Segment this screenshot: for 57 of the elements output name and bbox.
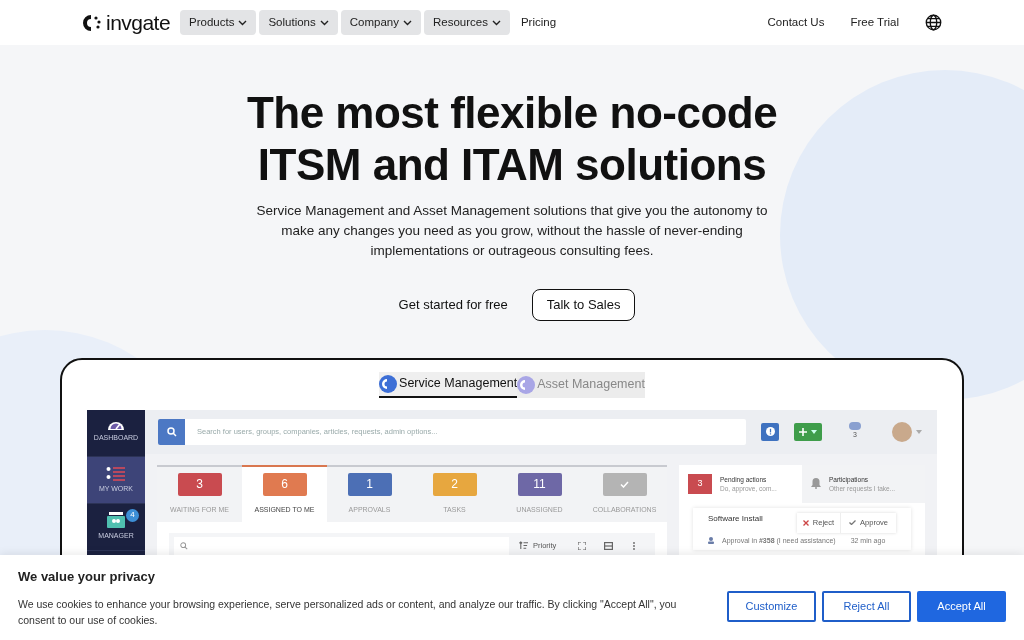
plus-icon — [799, 427, 807, 436]
logo-icon — [82, 12, 102, 33]
count-chip: 6 — [262, 472, 307, 496]
users-icon — [708, 537, 717, 545]
nav-menu-button[interactable]: Resources — [423, 10, 510, 35]
add-button[interactable] — [794, 422, 822, 441]
cookie-button[interactable]: Accept All — [917, 591, 1006, 622]
caret-icon — [811, 429, 817, 434]
cookie-text: We use cookies to enhance your browsing experience, serve personalized ads or content, and analyze our traffic. By clicking "Accept All", you consent to our use of cookies. — [18, 596, 678, 628]
chevron-down-icon — [491, 19, 501, 26]
logo-wordmark[interactable]: invgate — [106, 12, 171, 33]
get-started-link[interactable]: Get started for free — [388, 287, 518, 323]
globe-icon[interactable] — [925, 14, 942, 31]
count-chip: 2 — [432, 472, 477, 496]
nav-link[interactable]: Free Trial — [850, 13, 899, 32]
cookie-button[interactable]: Customize — [727, 591, 816, 622]
nav-menu-button[interactable]: Solutions — [259, 10, 338, 35]
gauge-icon — [108, 421, 124, 430]
filter-search-field[interactable] — [174, 536, 509, 555]
layout-icon[interactable] — [604, 541, 614, 550]
expand-icon[interactable] — [578, 541, 587, 550]
product-icon — [517, 375, 536, 394]
chevron-down-icon — [238, 19, 248, 26]
more-icon[interactable] — [633, 541, 636, 550]
count-badge: 3 — [688, 473, 712, 494]
chevron-down-icon — [402, 19, 412, 26]
check-icon — [620, 480, 629, 488]
count-badge: 4 — [126, 508, 139, 522]
product-tab[interactable]: Service Management — [379, 371, 518, 398]
numbered-list-icon — [106, 464, 126, 481]
talk-to-sales-button[interactable]: Talk to Sales — [531, 288, 636, 321]
close-icon — [802, 519, 809, 526]
nav-menu-button[interactable]: Company — [340, 10, 421, 35]
chevron-down-icon — [319, 19, 329, 26]
count-chip: 3 — [177, 472, 222, 496]
hero-heading: The most flexible no-code ITSM and ITAM solutions — [246, 87, 778, 191]
chat-icon[interactable] — [849, 422, 861, 431]
product-icon — [379, 374, 398, 393]
nav-link[interactable]: Contact Us — [767, 13, 825, 32]
info-icon — [765, 427, 775, 436]
count-chip: 1 — [347, 472, 392, 496]
count-chip: 11 — [517, 472, 562, 496]
info-button[interactable] — [761, 422, 779, 441]
hero-description: Service Management and Asset Management solutions that give you the autonomy to make any changes you need as you grow, without the hassle of never-ending implementations or outrageous consulting fees. — [255, 202, 769, 260]
sort-icon — [519, 541, 528, 550]
search-icon[interactable] — [158, 418, 185, 445]
nav-link[interactable]: Pricing — [520, 13, 557, 32]
nav-menu-button[interactable]: Products — [180, 10, 257, 35]
caret-icon[interactable] — [916, 429, 922, 434]
inbox-icon — [106, 511, 126, 528]
request-title: Software Install — [708, 512, 764, 525]
cookie-button[interactable]: Reject All — [822, 591, 911, 622]
bell-icon — [811, 478, 821, 489]
check-icon — [849, 520, 857, 525]
avatar[interactable] — [892, 421, 912, 442]
cookie-title: We value your privacy — [18, 568, 157, 587]
search-icon — [180, 541, 188, 550]
